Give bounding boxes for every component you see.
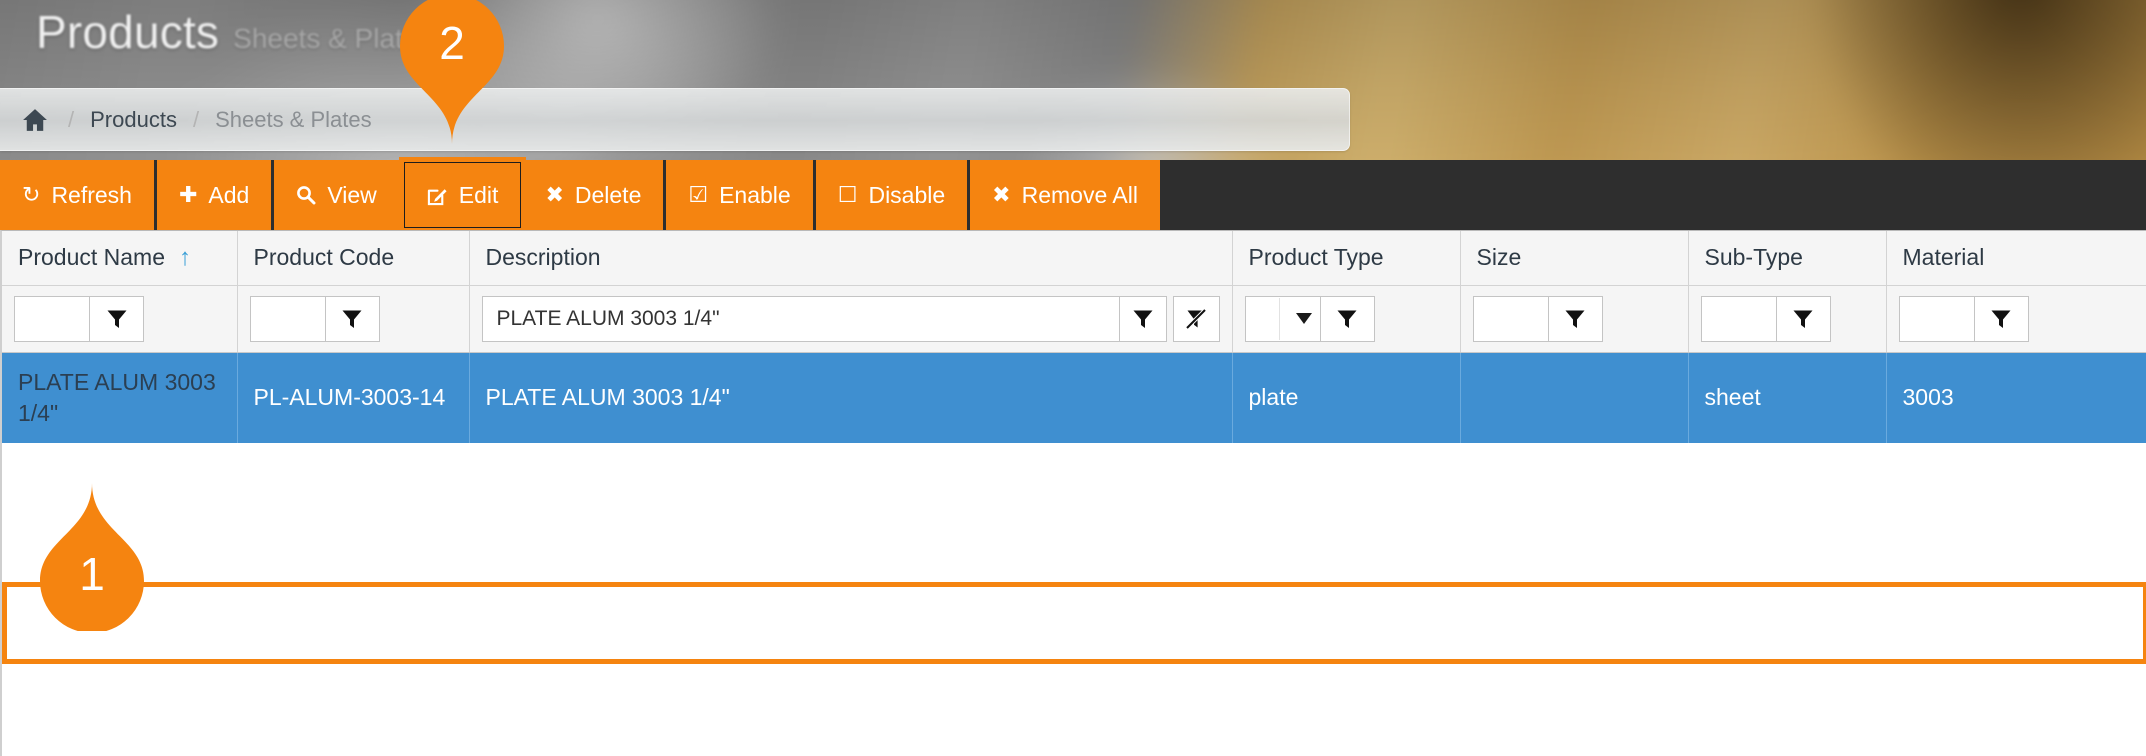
header-row: Product Name ↑ Product Code Description … [2,231,2146,286]
filter-input-size[interactable] [1472,295,1549,342]
column-header-description[interactable]: Description [469,231,1233,286]
cell-sub-type: sheet [1688,352,1887,443]
products-grid: Product Name ↑ Product Code Description … [0,230,2146,756]
button-label: View [327,181,377,208]
action-toolbar: ↻ Refresh ✚ Add View Edit ✖ Delete ☑ Ena… [0,157,2146,233]
cell-size [1460,352,1689,443]
button-label: Enable [719,181,791,208]
products-table: Product Name ↑ Product Code Description … [2,231,2146,443]
filter-apply-button-size[interactable] [1548,295,1603,342]
add-button[interactable]: ✚ Add [156,160,275,230]
cell-material: 3003 [1886,352,2146,443]
page-title-group: Products Sheets & Plates [36,5,432,59]
filter-cell-product-type [1232,285,1461,353]
filter-icon [1565,310,1585,328]
filter-input-product-code[interactable] [249,295,326,342]
filter-select-product-type[interactable] [1244,295,1321,342]
column-header-product-code[interactable]: Product Code [237,231,470,286]
filter-clear-icon [1185,308,1207,329]
filter-apply-button-product-code[interactable] [325,295,380,342]
filter-icon [342,310,362,328]
selected-row-highlight [2,582,2146,664]
cell-product-name: PLATE ALUM 3003 1/4" [2,352,238,443]
filter-input-sub-type[interactable] [1700,295,1777,342]
filter-cell-product-name [2,285,238,353]
filter-icon [1133,310,1153,328]
table-body: PLATE ALUM 3003 1/4" PL-ALUM-3003-14 PLA… [2,285,2146,443]
chevron-down-icon [1295,313,1312,324]
filter-row [2,285,2146,353]
filter-input-product-name[interactable] [14,295,90,342]
page-subtitle: Sheets & Plates [233,23,433,54]
cell-description: PLATE ALUM 3003 1/4" [469,352,1233,443]
magnifier-icon [296,185,316,205]
home-icon[interactable] [22,107,48,133]
enable-button[interactable]: ☑ Enable [666,160,816,230]
filter-cell-size [1460,285,1689,353]
breadcrumb-separator: / [192,106,200,132]
page-title: Products [36,6,220,58]
empty-box-icon: ☐ [837,182,858,207]
pencil-square-icon [427,185,448,206]
button-label: Add [208,181,250,208]
breadcrumb-item-products[interactable]: Products [90,107,177,133]
sort-ascending-icon: ↑ [179,243,192,271]
column-label: Product Name [18,244,166,271]
edit-button[interactable]: Edit [398,157,527,233]
filter-apply-button-product-name[interactable] [90,295,144,342]
filter-cell-description [469,285,1233,353]
column-header-product-type[interactable]: Product Type [1232,231,1461,286]
delete-button[interactable]: ✖ Delete [523,160,667,230]
filter-clear-button-description[interactable] [1172,295,1220,342]
filter-icon [1991,310,2011,328]
breadcrumb-item-sheets-and-plates: Sheets & Plates [215,106,372,132]
column-header-sub-type[interactable]: Sub-Type [1688,231,1887,286]
x-mark-icon: ✖ [545,182,564,207]
button-label: Remove All [1021,181,1138,208]
checked-box-icon: ☑ [688,182,709,207]
filter-icon [107,310,126,328]
breadcrumb: / Products / Sheets & Plates [0,88,1350,151]
table-head: Product Name ↑ Product Code Description … [2,231,2146,286]
breadcrumb-separator: / [68,106,75,132]
column-header-material[interactable]: Material [1886,231,2146,286]
refresh-icon: ↻ [22,182,41,207]
column-header-product-name[interactable]: Product Name ↑ [2,231,238,286]
button-label: Refresh [51,181,132,208]
button-label: Edit [458,181,499,208]
cell-product-type: plate [1232,352,1461,443]
filter-cell-material [1886,285,2146,353]
remove-all-button[interactable]: ✖ Remove All [970,160,1163,230]
filter-icon [1337,310,1357,328]
filter-apply-button-product-type[interactable] [1320,295,1375,342]
filter-cell-product-code [237,285,470,353]
button-label: Delete [574,181,642,208]
products-page: Products Sheets & Plates / Products / Sh… [0,0,2146,756]
cell-product-code: PL-ALUM-3003-14 [237,352,470,443]
filter-input-description[interactable] [481,295,1121,342]
button-label: Disable [868,181,946,208]
filter-apply-button-description[interactable] [1120,295,1167,342]
filter-icon [1793,310,1813,328]
refresh-button[interactable]: ↻ Refresh [0,160,157,230]
table-row[interactable]: PLATE ALUM 3003 1/4" PL-ALUM-3003-14 PLA… [2,352,2146,443]
view-button[interactable]: View [274,160,402,230]
column-header-size[interactable]: Size [1460,231,1689,286]
filter-apply-button-sub-type[interactable] [1776,295,1831,342]
filter-cell-sub-type [1688,285,1887,353]
filter-apply-button-material[interactable] [1974,295,2029,342]
plus-icon: ✚ [178,182,198,207]
filter-input-material[interactable] [1898,295,1975,342]
disable-button[interactable]: ☐ Disable [815,160,971,230]
x-mark-icon: ✖ [992,182,1011,207]
